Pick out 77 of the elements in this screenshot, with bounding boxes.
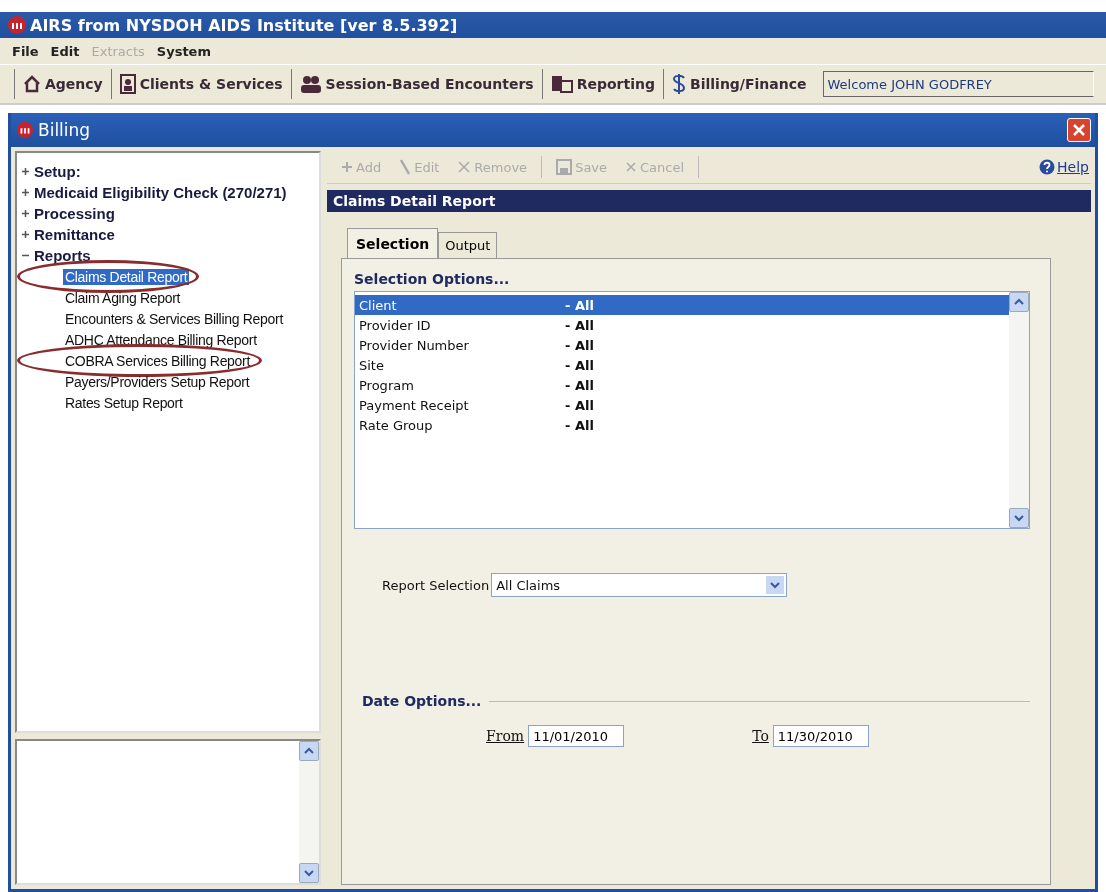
- menu-item[interactable]: System: [156, 43, 211, 59]
- menu-item[interactable]: Edit: [50, 43, 80, 59]
- people-icon: [299, 75, 322, 93]
- expand-icon[interactable]: [21, 188, 30, 197]
- expand-icon[interactable]: [21, 167, 30, 176]
- option-name: Program: [359, 377, 415, 393]
- close-icon: [1072, 123, 1086, 137]
- tree-item[interactable]: Processing: [34, 205, 115, 222]
- x-icon: [625, 161, 638, 173]
- scroll-up-icon[interactable]: [1009, 292, 1029, 312]
- to-date-field[interactable]: 11/30/2010: [772, 725, 869, 747]
- app-logo-icon: [17, 122, 33, 138]
- tab[interactable]: Selection: [347, 228, 439, 258]
- list-row[interactable]: Client - All: [355, 295, 1009, 315]
- house-icon: [23, 75, 41, 93]
- option-value: - All: [565, 397, 594, 413]
- option-name: Site: [359, 357, 385, 373]
- scroll-up-icon[interactable]: [299, 741, 319, 761]
- help-link[interactable]: Help: [1039, 159, 1089, 175]
- x-icon: [457, 160, 472, 174]
- option-name: Rate Group: [359, 417, 434, 433]
- help-icon: [1039, 159, 1056, 175]
- dollar-icon: [672, 73, 686, 95]
- list-row[interactable]: Site - All: [355, 355, 1009, 375]
- section-heading: Selection Options...: [354, 271, 511, 287]
- module-button[interactable]: Reporting: [541, 69, 663, 99]
- list-row[interactable]: Provider Number - All: [355, 335, 1009, 355]
- option-name: Provider Number: [359, 337, 470, 353]
- app-title: AIRS from NYSDOH AIDS Institute [ver 8.5.392]: [30, 15, 458, 35]
- module-button[interactable]: Session-Based Encounters: [290, 69, 542, 99]
- expand-icon[interactable]: [21, 209, 30, 218]
- module-button[interactable]: Agency: [14, 69, 111, 99]
- option-value: - All: [565, 357, 594, 373]
- list-row[interactable]: Rate Group - All: [355, 415, 1009, 435]
- option-value: - All: [565, 377, 594, 393]
- option-value: - All: [565, 317, 594, 333]
- documents-icon: [550, 75, 573, 93]
- module-button[interactable]: Clients & Services: [110, 69, 291, 99]
- person-card-icon: [119, 74, 136, 94]
- field-label: To: [752, 728, 769, 744]
- list-row[interactable]: Provider ID - All: [355, 315, 1009, 335]
- module-button[interactable]: Billing/Finance: [663, 69, 815, 99]
- tree-item[interactable]: Encounters & Services Billing Report: [63, 310, 285, 327]
- option-name: Provider ID: [359, 317, 432, 333]
- expand-icon[interactable]: [21, 230, 30, 239]
- tree-item[interactable]: Medicaid Eligibility Check (270/271): [34, 184, 287, 201]
- option-value: - All: [565, 417, 594, 433]
- tree-item[interactable]: ADHC Attendance Billing Report: [63, 331, 259, 348]
- option-value: - All: [565, 337, 594, 353]
- option-name: Payment Receipt: [359, 397, 470, 413]
- window-title: Billing: [38, 120, 91, 140]
- tree-item[interactable]: Setup:: [34, 163, 81, 180]
- tree-item[interactable]: Reports: [34, 247, 91, 264]
- scroll-down-icon[interactable]: [1009, 508, 1029, 528]
- tab[interactable]: Output: [438, 232, 498, 258]
- close-button[interactable]: [1067, 118, 1091, 142]
- option-name: Client: [359, 297, 398, 313]
- field-label: Report Selection: [382, 577, 490, 593]
- list-row[interactable]: Payment Receipt - All: [355, 395, 1009, 415]
- scroll-down-icon[interactable]: [299, 863, 319, 883]
- app-logo-icon: [8, 16, 26, 34]
- option-value: - All: [565, 297, 594, 313]
- tree-item[interactable]: Rates Setup Report: [63, 394, 185, 411]
- field-label: From: [486, 728, 525, 744]
- tree-item[interactable]: Claim Aging Report: [63, 289, 183, 306]
- tree-item[interactable]: Payers/Providers Setup Report: [63, 373, 252, 390]
- tree-item[interactable]: Remittance: [34, 226, 115, 243]
- section-heading: Date Options...: [362, 693, 482, 709]
- report-selection-dropdown[interactable]: All Claims: [491, 573, 788, 597]
- from-date-field[interactable]: 11/01/2010: [528, 725, 625, 747]
- tree-item[interactable]: Claims Detail Report: [63, 268, 190, 285]
- tree-item[interactable]: COBRA Services Billing Report: [63, 352, 253, 369]
- report-title-bar: Claims Detail Report: [327, 190, 1091, 212]
- list-row[interactable]: Program - All: [355, 375, 1009, 395]
- menu-item[interactable]: File: [12, 43, 39, 59]
- plus-icon: [341, 161, 353, 173]
- welcome-field: Welcome JOHN GODFREY: [822, 71, 1094, 97]
